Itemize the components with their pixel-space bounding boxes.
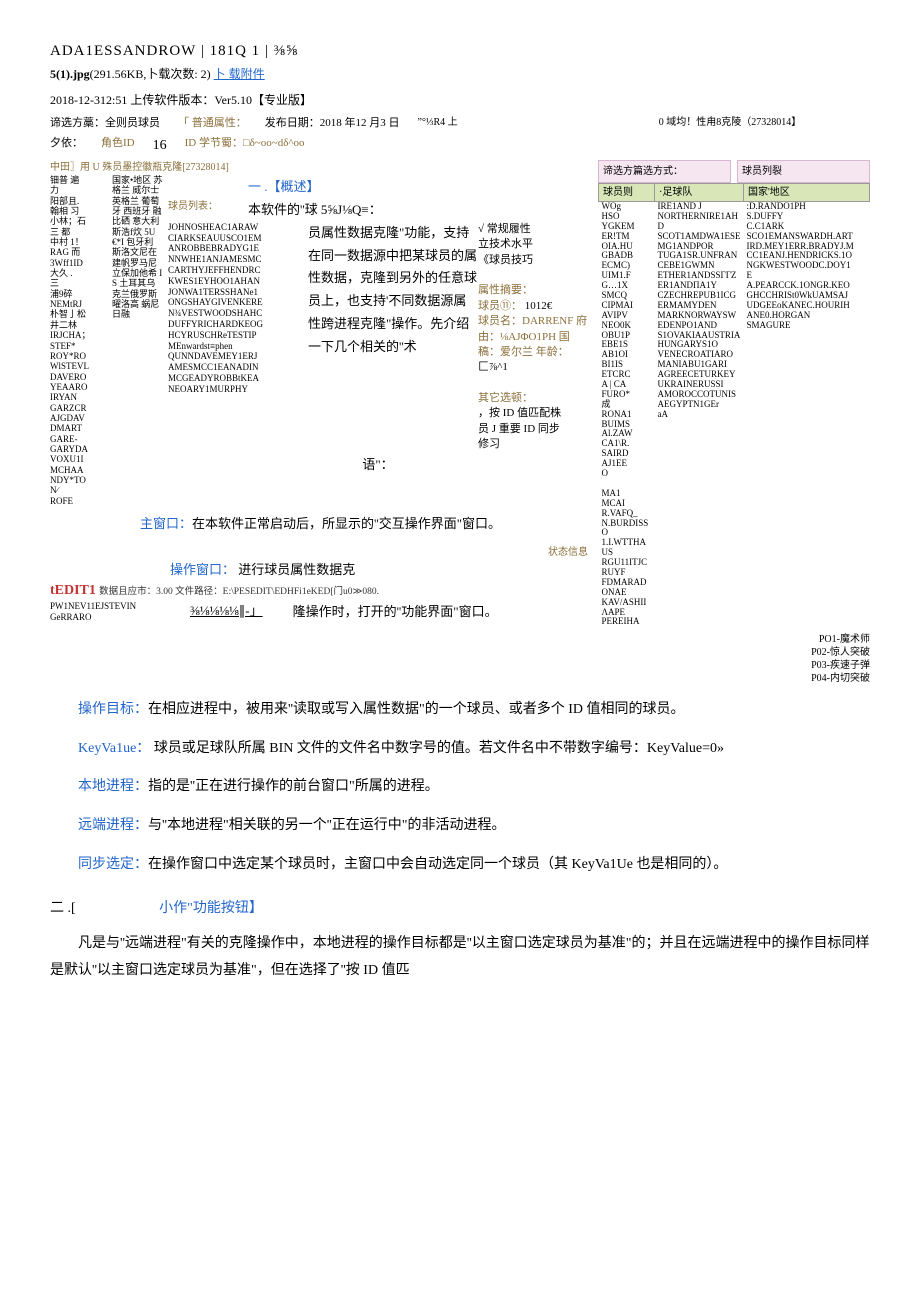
p-list: PO1-魔术师 P02-惊人突破 P03-疾速子弹 P04-内切突破 — [811, 633, 870, 685]
def-local: 本地进程：指的是''正在进行操作的前台窗口"所属的进程。 — [50, 774, 870, 801]
def-remote: 远端进程：与''本地进程"相关联的另一个''正在运行中"的非活动进程。 — [50, 813, 870, 840]
p04: P04-内切突破 — [811, 672, 870, 685]
op-fill: ⅜⅛⅛⅛⅛∥-」 — [190, 601, 263, 621]
th-team[interactable]: ·足球队 — [655, 184, 744, 202]
def-op-target: 操作目标：在相应进程中，被用来''读取或写入属性数据"的一个球员、或者多个 ID… — [50, 697, 870, 724]
sum-l3: 由：⅛AJΦO1PH 国 — [478, 330, 588, 345]
def-sync: 同步选定：在操作窗口中选定某个球员时，主窗口中会自动选定同一个球员（其 KeyV… — [50, 852, 870, 879]
pink-panel-1: 谛选方篇选方式： — [598, 160, 731, 183]
tbl-col1: WOg HSO YGKEM ER!TM OIA.HU GBADB ECMC) U… — [599, 202, 655, 628]
opt3[interactable]: 修习 — [478, 437, 588, 452]
noise-col-2: 国家•地区 苏格兰 威尔士 英格兰 葡萄牙 西班牙 融比硒 意大利 斯浩f炊 5… — [112, 175, 164, 506]
check-tech[interactable]: 立技术水平 — [478, 237, 588, 252]
tedit-label: tEDIT1 — [50, 583, 96, 598]
sum-l4: 稿：爱尔兰 年龄： — [478, 345, 588, 360]
doc-title: ADA1ESSANDROW | 181Q 1 | ⅜⅝ — [50, 40, 870, 63]
clone-header: 中田〗用 U 殊员墨控徽瓶克隆[27328014] — [50, 160, 588, 175]
th-country[interactable]: 国家'地区 — [744, 184, 870, 202]
opt1[interactable]: ，按 ID 值匹配株 — [478, 406, 588, 421]
player-table: 球员则 ·足球队 国家'地区 WOg HSO YGKEM ER!TM OIA.H… — [598, 183, 870, 627]
id-bytes: ID 学节蜀：□δ~oo~dδ^oo — [185, 135, 305, 156]
noise: ”°⅓R4 上 — [418, 115, 458, 132]
yixi: 夕依： — [50, 135, 83, 156]
filter-label: 谛选方藁：全则员球员 — [50, 115, 160, 132]
publish-date: 发布日期：2018 年12 月3 日 — [265, 115, 400, 132]
file-meta: (291.56KB,卜载次数: 2) — [90, 67, 211, 81]
player-list-label: 球员列表： — [168, 198, 218, 221]
attr-label: 「 普通属性： — [178, 115, 247, 132]
status-info: 状态信息 — [50, 545, 588, 560]
main-window-label: 主窗口： — [140, 516, 192, 531]
soft-line: 本软件的''球 5⅝J⅛Q≡： — [248, 198, 382, 221]
filter-row: 谛选方藁：全则员球员 「 普通属性： 发布日期：2018 年12 月3 日 ”°… — [50, 115, 590, 132]
sum-l2: 球员名：DARRENF 府 — [478, 314, 588, 329]
other-head: 其它选顿： — [478, 391, 588, 406]
p01: PO1-魔术师 — [811, 633, 870, 646]
intro-tail: 语"： — [168, 453, 588, 476]
file-info: 5(1).jpg(291.56KB,卜载次数: 2) 卜 载附件 — [50, 65, 870, 83]
clone-id-note: 0 域均！性甪8克陵（27328014】 — [590, 115, 870, 161]
summary-head: 属性摘要： — [478, 283, 588, 298]
section-2-head: 二 .[ 小作"功能按钮】 — [50, 898, 870, 919]
section-1-head: 一 .【概述】 — [248, 175, 320, 198]
op-window-label: 操作窗口： — [170, 562, 235, 577]
pw-block: PW1NEV11EJSTEVIN GeRRARO — [50, 601, 160, 623]
op-window-text1: 进行球员属性数据克 — [238, 562, 355, 577]
intro-body: 员属性数据克隆"功能，支持在同一数据源中把某球员的属性数据，克隆到另外的任意球员… — [308, 222, 478, 453]
check-general[interactable]: √ 常规履性 — [478, 222, 588, 237]
download-link[interactable]: 卜 载附件 — [214, 67, 265, 81]
opt2[interactable]: 员 J 重要 ID 同步 — [478, 422, 588, 437]
version-line: 2018-12-312:51 上传软件版本：Ver5.10【专业版】 — [50, 91, 870, 109]
main-window-text: 在本软件正常启动后，所显示的''交互操作界面"窗口。 — [192, 516, 501, 531]
check-skill[interactable]: 《球员技巧 — [478, 253, 588, 268]
sum-l1a: 球员⑪： — [478, 300, 522, 312]
th-player[interactable]: 球员则 — [599, 184, 655, 202]
p03: P03-疾速子弹 — [811, 659, 870, 672]
noise-col-1: 钿普 遍 力 阳部且. 翰相 习 小林；石 三 都 中村 1！ RAG 而 3W… — [50, 175, 108, 506]
file-name: 5(1).jpg — [50, 67, 90, 81]
role-id-label: 角色ID — [101, 135, 135, 156]
tedit-status: 数据且应市：3.00 文件路径：E:\PESEDIT\EDHFi1eKED[门u… — [99, 587, 379, 597]
pink-panel-2: 球员列裂 — [737, 160, 870, 183]
role-row: 夕依： 角色ID 16 ID 学节蜀：□δ~oo~dδ^oo — [50, 135, 590, 156]
tbl-col3: :D.RANDO1PH S.DUFFY C.C1ARK SCO1EMANSWAR… — [744, 202, 870, 628]
p02: P02-惊人突破 — [811, 646, 870, 659]
op-window-text2: 隆操作时，打开的''功能界面"窗口。 — [293, 601, 498, 623]
role-id-value: 16 — [153, 135, 167, 156]
mid-noise: JOHNOSHEAC1ARAW CIARKSEAUUSCO1EM ANROBBE… — [168, 222, 308, 453]
tbl-col2: IRE1AND J NORTHERNIRE1AHD SCOT1AMDWA1ESE… — [655, 202, 744, 628]
section-2-body: 凡是与''远端进程"有关的克隆操作中，本地进程的操作目标都是''以主窗口选定球员… — [50, 931, 870, 984]
def-keyvalue: KeyVa1ue： 球员或足球队所属 BIN 文件的文件名中数字号的值。若文件名… — [50, 736, 870, 763]
sum-l1b: 1012€ — [525, 300, 553, 312]
sum-l5: 匚⅞^1 — [478, 360, 588, 375]
